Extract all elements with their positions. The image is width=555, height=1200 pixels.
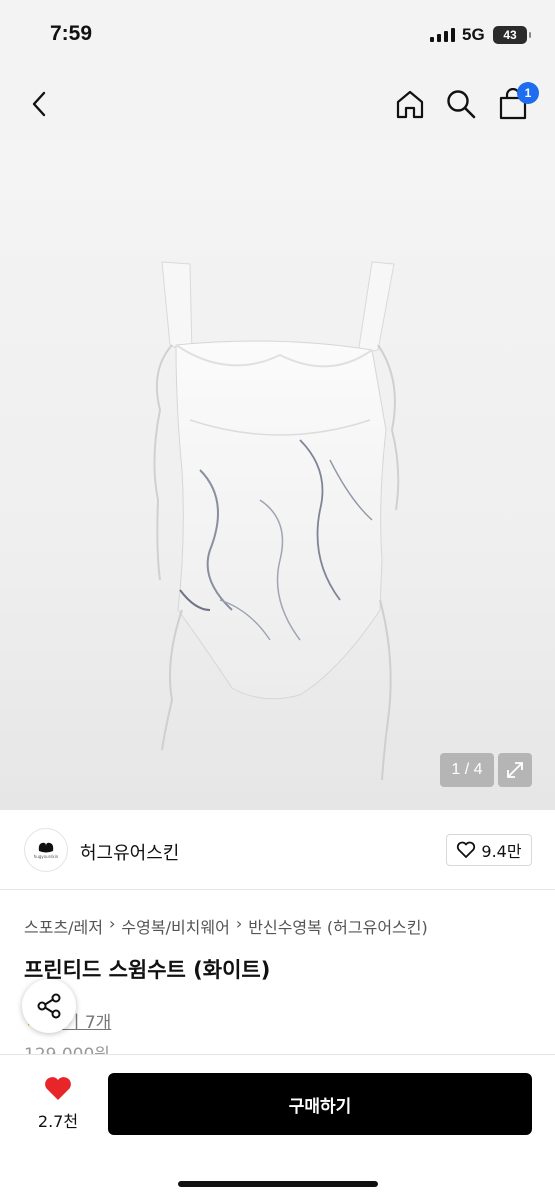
brand-logo[interactable]: hugyourskin (24, 828, 68, 872)
breadcrumb: 스포츠/레저 › 수영복/비치웨어 › 반신수영복 (허그유어스킨) (24, 914, 428, 938)
breadcrumb-item[interactable]: 반신수영복 (허그유어스킨) (248, 914, 428, 938)
brand-row: hugyourskin 허그유어스킨 9.4만 (0, 810, 555, 890)
chevron-right-icon: › (235, 914, 243, 933)
cart-button[interactable]: 1 (495, 82, 539, 122)
network-label: 5G (462, 25, 485, 44)
status-bar: 7:59 5G 43 (0, 0, 555, 70)
expand-icon (507, 762, 523, 778)
heart-filled-icon (45, 1077, 71, 1100)
chevron-left-icon (32, 91, 46, 117)
home-indicator (178, 1181, 378, 1187)
brand-name[interactable]: 허그유어스킨 (80, 839, 179, 865)
status-time: 7:59 (50, 22, 93, 45)
brand-logo-mark (38, 842, 54, 853)
chevron-right-icon: › (109, 914, 116, 933)
heart-outline-icon (457, 841, 476, 858)
breadcrumb-item[interactable]: 수영복/비치웨어 (121, 914, 229, 938)
expand-button[interactable] (498, 753, 532, 787)
cart-count-badge: 1 (517, 82, 539, 104)
buy-button[interactable]: 구매하기 (108, 1073, 532, 1135)
search-icon (447, 90, 476, 119)
wishlist-count: 2.7천 (37, 1112, 79, 1131)
product-image[interactable] (0, 140, 555, 810)
brand-like-count: 9.4만 (481, 842, 522, 861)
battery-icon: 43 (493, 26, 531, 44)
nav-bar: 1 (0, 70, 555, 140)
back-button[interactable] (22, 86, 58, 122)
breadcrumb-item[interactable]: 스포츠/레저 (24, 914, 103, 938)
image-counter: 1 / 4 (440, 753, 494, 787)
wishlist-button[interactable]: 2.7천 (30, 1075, 86, 1132)
home-icon (396, 90, 424, 119)
swimsuit-photo (153, 261, 400, 781)
share-icon (37, 993, 61, 1019)
search-button[interactable] (443, 86, 479, 122)
product-title: 프린티드 스윔수트 (화이트) (24, 958, 271, 982)
bottom-bar: 2.7천 구매하기 (0, 1054, 555, 1200)
brand-like-button[interactable]: 9.4만 (446, 834, 532, 866)
signal-icon (430, 28, 455, 42)
share-button[interactable] (22, 979, 76, 1033)
home-button[interactable] (392, 86, 428, 122)
